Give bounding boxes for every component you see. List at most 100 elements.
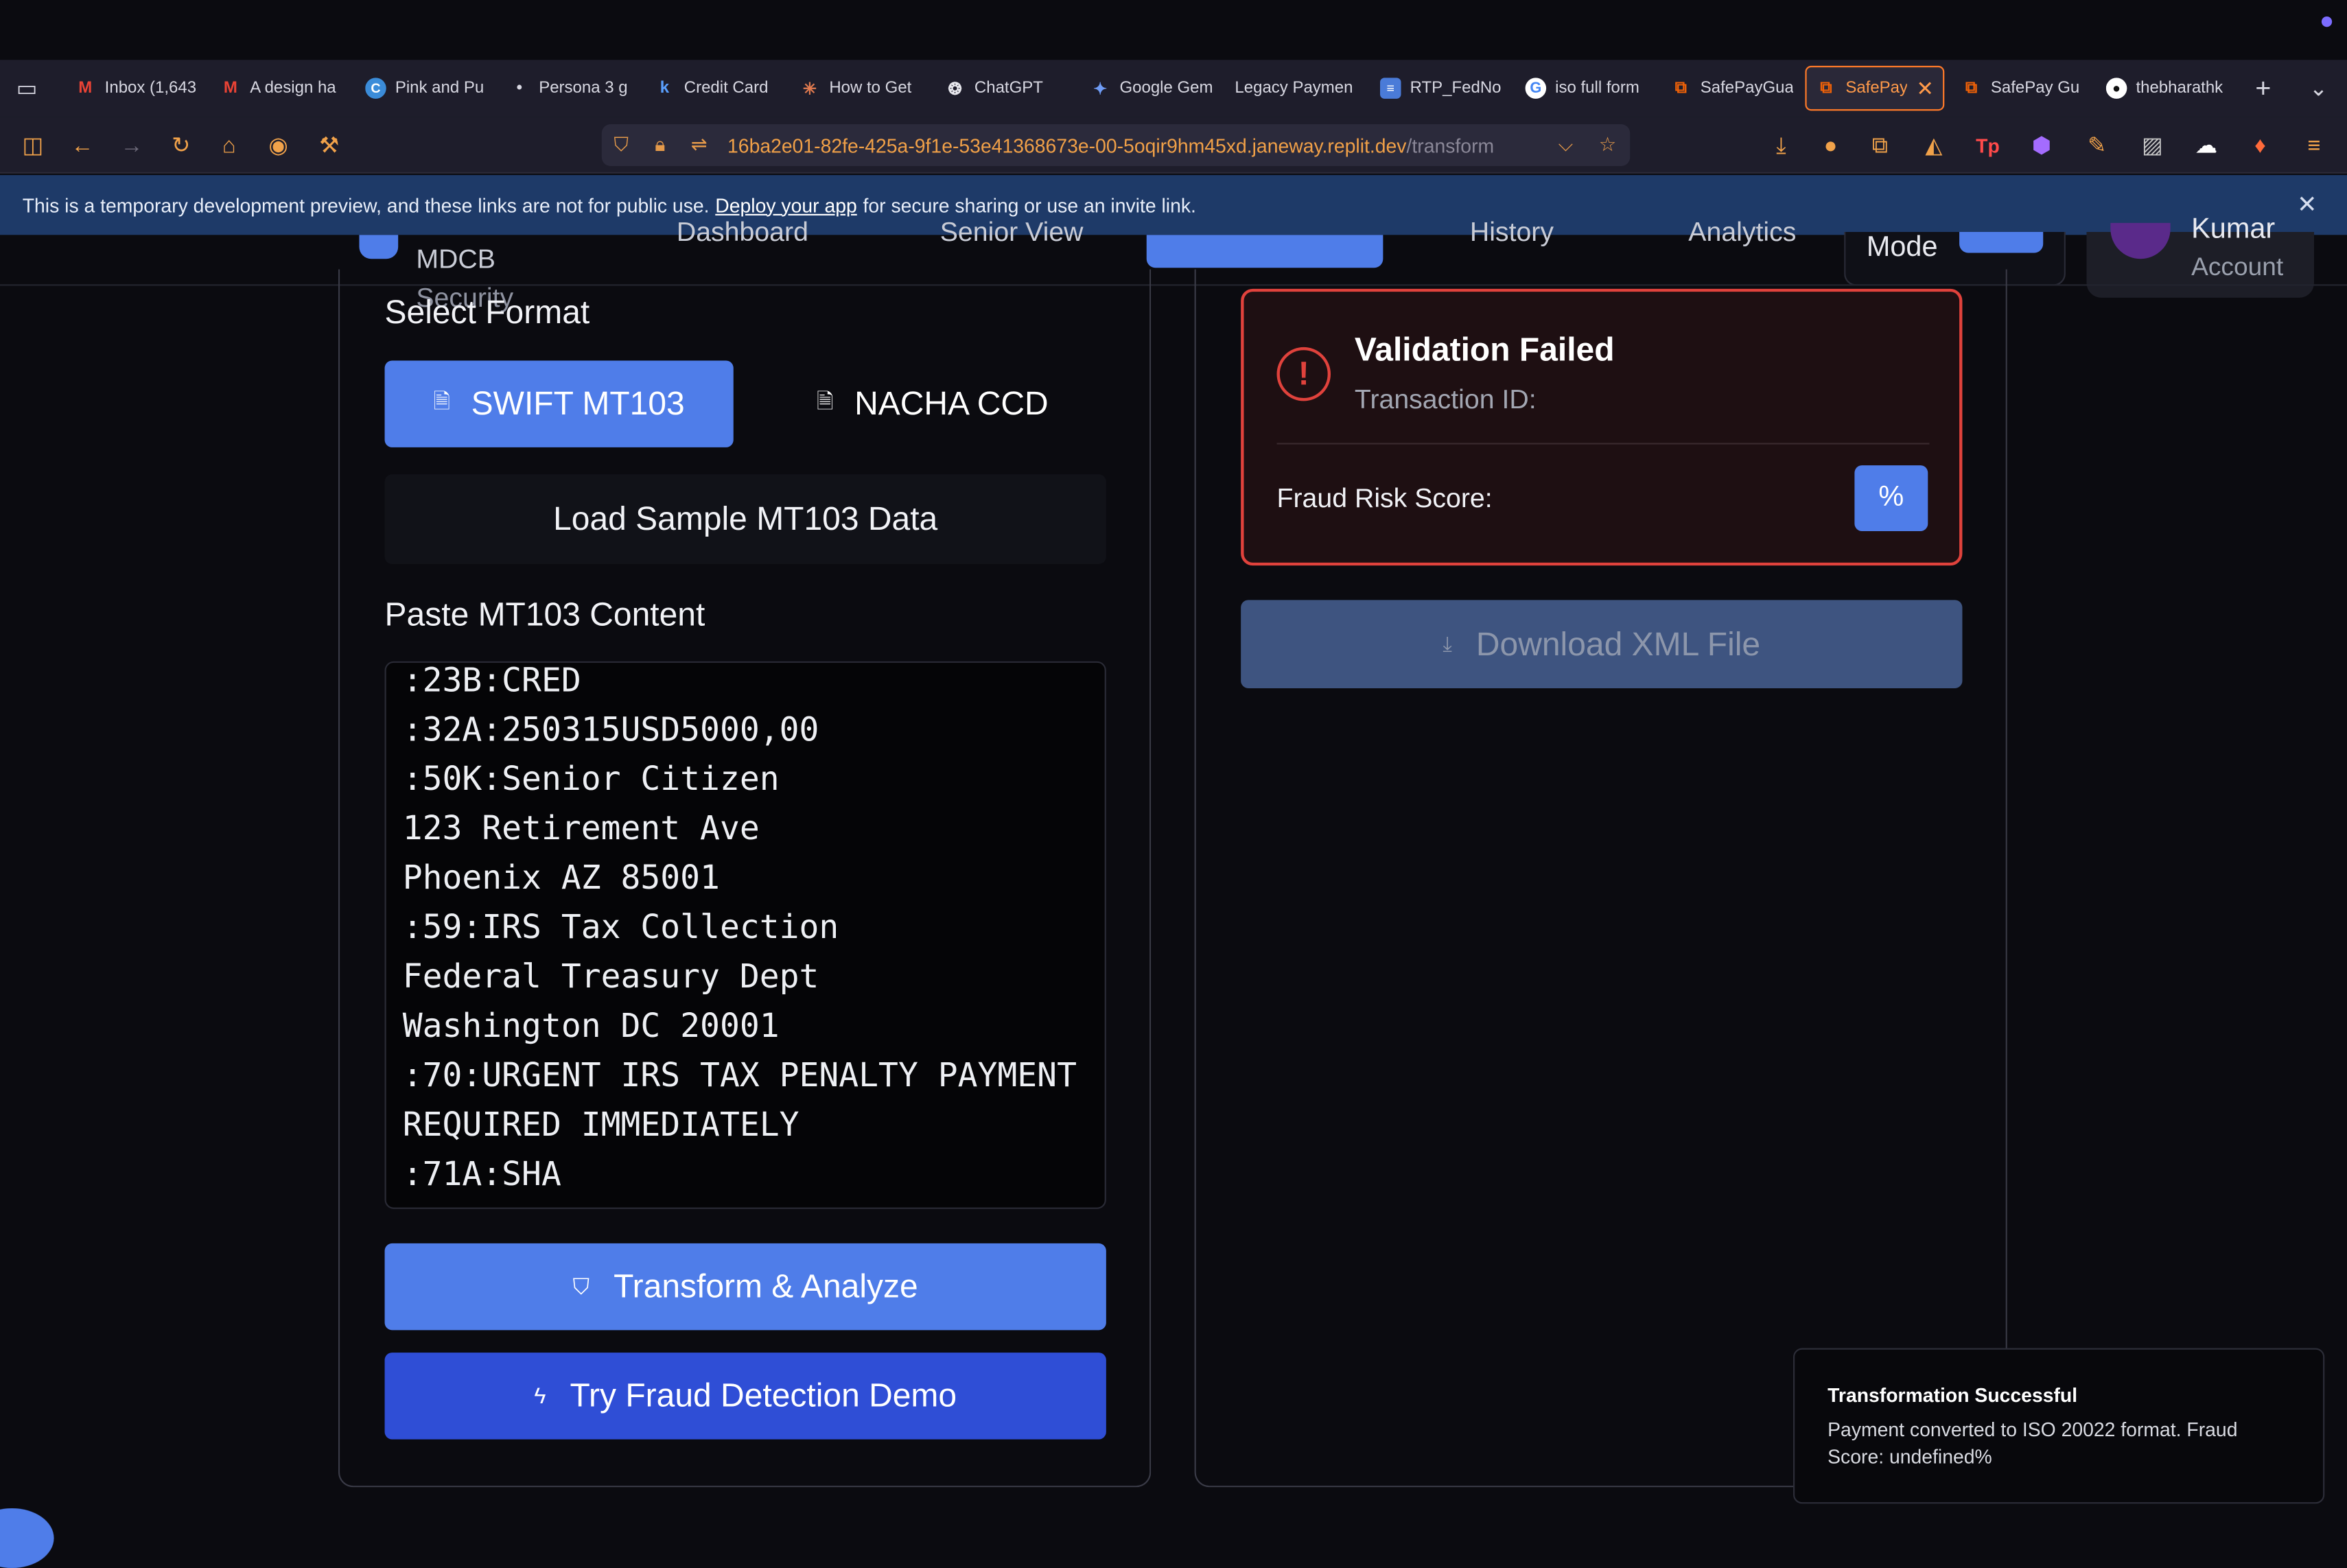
deploy-link[interactable]: Deploy your app (715, 194, 856, 216)
title-bar (0, 0, 2347, 60)
browser-tab[interactable]: ● thebharathk (2105, 66, 2223, 110)
camera-icon[interactable]: ◉ (264, 130, 294, 161)
google-icon: G (1525, 78, 1547, 99)
replit-icon: ⧉ (1965, 78, 1978, 97)
toast-message: Payment converted to ISO 20022 format. F… (1828, 1418, 2238, 1468)
replit-icon: ⧉ (1820, 78, 1832, 97)
browser-tab[interactable]: ≡ RTP_FedNo (1379, 66, 1502, 110)
wrench-icon[interactable]: ⚒ (314, 130, 345, 161)
toast-title: Transformation Successful (1828, 1383, 2078, 1407)
forward-icon[interactable]: → (117, 130, 147, 161)
address-bar[interactable]: ⛉ 🔒︎ ⇌ 16ba2e01-82fe-425a-9f1e-53e413686… (601, 124, 1631, 167)
browser-tab[interactable]: ⧉ SafePay Gu (1961, 66, 2079, 110)
browser-tab[interactable]: k Credit Card (654, 66, 769, 110)
account-menu[interactable]: Kumar Account (2086, 214, 2315, 298)
browser-tab[interactable]: Legacy Paymen (1235, 66, 1353, 110)
bookmark-star-icon[interactable]: ☆ (1588, 133, 1627, 157)
browser-tab[interactable]: • Persona 3 g (509, 66, 628, 110)
fraud-score-badge: % (1854, 465, 1928, 532)
format-nacha-button[interactable]: 🗎︎ NACHA CCD (759, 360, 1106, 447)
new-tab-icon[interactable]: + (2248, 73, 2278, 104)
fraud-demo-button[interactable]: ϟ Try Fraud Detection Demo (384, 1353, 1106, 1440)
mt103-content-text: :23B:CRED :32A:250315USD5000,00 :50K:Sen… (402, 662, 1077, 1194)
fraud-score-label: Fraud Risk Score: (1276, 483, 1493, 513)
extension-icon[interactable]: ● (1816, 130, 1846, 161)
browser-tab[interactable]: M Inbox (1,643 (75, 66, 196, 110)
load-sample-button[interactable]: Load Sample MT103 Data (384, 474, 1106, 565)
browser-tab[interactable]: G iso full form (1525, 66, 1639, 110)
ghost-icon[interactable]: ☁ (2191, 130, 2221, 161)
browser-tab-active[interactable]: ⧉ SafePay I ✕ (1805, 65, 1945, 111)
extension-icon[interactable]: ◭ (1919, 130, 1949, 161)
extension-icon[interactable]: Tp (1973, 130, 2003, 161)
home-icon[interactable]: ⌂ (214, 130, 244, 161)
document-icon: 🗎︎ (433, 388, 451, 413)
dev-preview-banner: This is a temporary development preview,… (0, 175, 2347, 235)
mt103-content-textarea[interactable]: :23B:CRED :32A:250315USD5000,00 :50K:Sen… (384, 661, 1106, 1209)
nav-bar: ◫ ← → ↻ ⌂ ◉ ⚒ ⛉ 🔒︎ ⇌ 16ba2e01-82fe-425a-… (0, 117, 2347, 174)
paste-content-label: Paste MT103 Content (384, 595, 705, 633)
card-divider (1276, 443, 1930, 445)
browser-tab[interactable]: ✳ How to Get (799, 66, 911, 110)
doc-icon: ≡ (1379, 78, 1401, 99)
mode-toggle[interactable] (1959, 231, 2044, 253)
back-icon[interactable]: ← (67, 130, 97, 161)
browser-tab[interactable]: C Pink and Pu (365, 66, 484, 110)
mode-label: Mode (1866, 231, 1938, 264)
nav-dashboard[interactable]: Dashboard (677, 217, 808, 248)
shield-icon: ⛉ (614, 133, 629, 156)
browser-tab[interactable]: ⧉ SafePayGua (1670, 66, 1794, 110)
claude-icon: ✳ (802, 80, 817, 98)
chatgpt-icon: ❂ (948, 80, 962, 98)
extension-icon[interactable]: ▨ (2138, 130, 2168, 161)
nav-senior-view[interactable]: Senior View (940, 217, 1084, 248)
url-text[interactable]: 16ba2e01-82fe-425a-9f1e-53e41368673e-00-… (727, 134, 1494, 156)
extension-icon[interactable]: ⬢ (2027, 130, 2057, 161)
browser-tab[interactable]: M A design ha (220, 66, 336, 110)
close-tab-icon[interactable]: ✕ (1916, 75, 1934, 101)
permissions-icon: ⇌ (690, 133, 708, 156)
menu-icon[interactable]: ≡ (2299, 130, 2329, 161)
shield-logo-icon (359, 235, 399, 259)
reader-icon[interactable]: ⌵ (1546, 133, 1585, 157)
validation-card: ! Validation Failed Transaction ID: Frau… (1241, 288, 1963, 566)
download-icon[interactable]: ⤓ (1766, 130, 1797, 161)
screen: ▭ M Inbox (1,643 M A design ha C Pink an… (0, 0, 2347, 1568)
browser-tab[interactable]: ❂ ChatGPT (944, 66, 1043, 110)
transform-analyze-button[interactable]: ⛉ Transform & Analyze (384, 1243, 1106, 1331)
result-panel: ! Validation Failed Transaction ID: Frau… (1194, 269, 2007, 1488)
extension-icon[interactable]: ✎ (2082, 130, 2112, 161)
tab-bar: ▭ M Inbox (1,643 M A design ha C Pink an… (0, 60, 2347, 117)
dot-icon: • (516, 79, 523, 97)
gmail-icon: M (78, 79, 93, 97)
github-icon: ● (2105, 78, 2127, 99)
gemini-icon: ✦ (1093, 80, 1108, 98)
download-xml-button[interactable]: ⤓ Download XML File (1241, 600, 1963, 688)
close-icon[interactable]: ✕ (2297, 190, 2317, 220)
nav-analytics[interactable]: Analytics (1688, 217, 1796, 248)
account-name: Kumar (2191, 213, 2276, 246)
success-toast[interactable]: Transformation Successful Payment conver… (1793, 1348, 2325, 1504)
reload-icon[interactable]: ↻ (166, 130, 196, 161)
extension-icon[interactable]: ⧉ (1865, 130, 1895, 161)
lock-icon: 🔒︎ (655, 133, 666, 156)
alert-icon: ! (1276, 347, 1331, 401)
browser-tab[interactable]: ✦ Google Gem (1090, 66, 1213, 110)
account-label: Account (2191, 253, 2284, 281)
notification-dot-icon (2321, 16, 2333, 27)
floating-action-button[interactable] (0, 1508, 54, 1568)
nav-transform[interactable] (1146, 235, 1383, 268)
input-panel: Select Format 🗎︎ SWIFT MT103 🗎︎ NACHA CC… (338, 269, 1152, 1488)
k-icon: k (659, 79, 670, 97)
nav-history[interactable]: History (1470, 217, 1554, 248)
transaction-id-label: Transaction ID: (1354, 384, 1537, 414)
chevron-down-icon[interactable]: ⌄ (2304, 73, 2334, 104)
avatar (2110, 222, 2171, 259)
validation-title: Validation Failed (1354, 330, 1615, 368)
sidebar-icon[interactable]: ◫ (18, 130, 48, 161)
brave-icon[interactable]: ♦ (2245, 130, 2276, 161)
format-swift-button[interactable]: 🗎︎ SWIFT MT103 (384, 360, 734, 447)
shield-icon: ⛉ (572, 1274, 590, 1300)
tab-overview-icon[interactable]: ▭ (12, 73, 42, 104)
gmail-icon: M (223, 79, 237, 97)
